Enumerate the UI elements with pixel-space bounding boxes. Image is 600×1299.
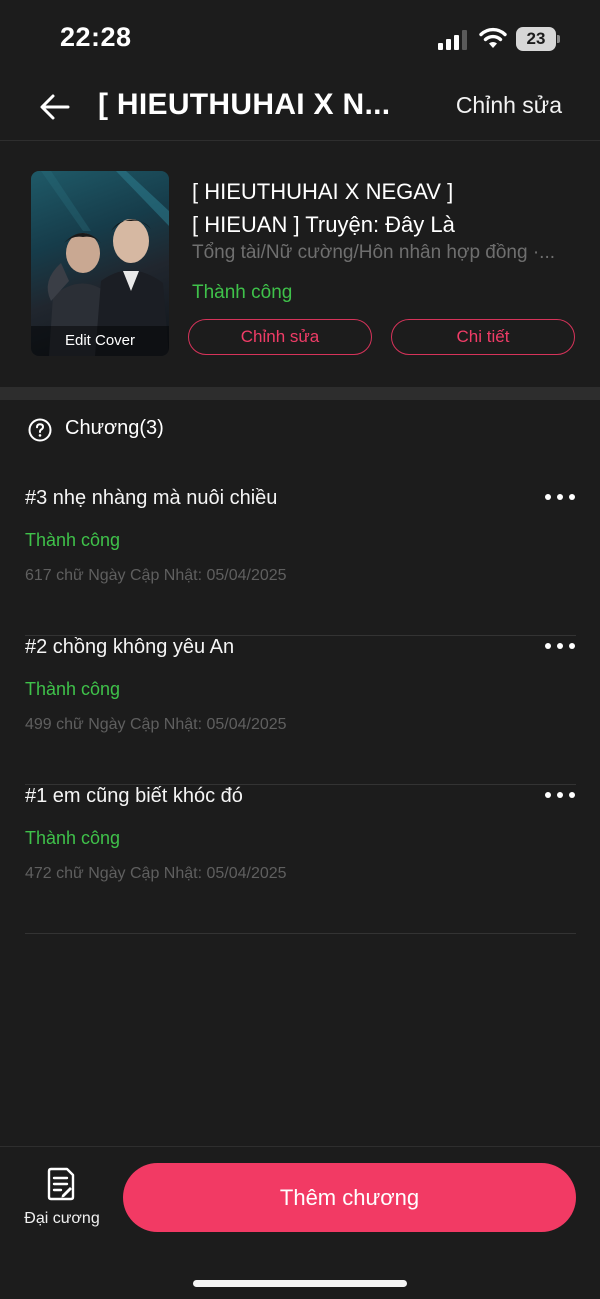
story-status: Thành công: [192, 282, 293, 303]
chapter-meta: 499 chữ Ngày Cập Nhật: 05/04/2025: [25, 716, 287, 733]
chapter-title: #3 nhẹ nhàng mà nuôi chiều: [25, 487, 278, 509]
edit-cover-label[interactable]: Edit Cover: [31, 326, 169, 356]
arrow-left-icon[interactable]: [38, 90, 72, 124]
bottom-bar: Đại cương Thêm chương: [0, 1146, 600, 1299]
chapter-item[interactable]: #1 em cũng biết khóc đó Thành công 472 c…: [25, 785, 576, 934]
home-indicator[interactable]: [193, 1280, 407, 1287]
chapters-count-label: Chương(3): [65, 417, 164, 439]
document-outline-icon: [47, 1167, 75, 1201]
outline-label: Đại cương: [24, 1210, 100, 1227]
story-header: Edit Cover [ HIEUTHUHAI X NEGAV ] [ HIEU…: [0, 142, 600, 387]
outline-button[interactable]: Đại cương: [20, 1167, 104, 1231]
chapter-status: Thành công: [25, 679, 121, 699]
chapter-meta: 472 chữ Ngày Cập Nhật: 05/04/2025: [25, 865, 287, 882]
chapter-item[interactable]: #2 chồng không yêu An Thành công 499 chữ…: [25, 636, 576, 785]
help-circle-icon[interactable]: [28, 418, 52, 442]
more-options-icon[interactable]: [544, 640, 576, 652]
story-genres: Tổng tài/Nữ cường/Hôn nhân hợp đồng ·...: [192, 242, 556, 263]
story-title: [ HIEUTHUHAI X NEGAV ] [ HIEUAN ] Truyện…: [192, 175, 572, 241]
edit-story-link[interactable]: Chỉnh sửa: [456, 92, 562, 119]
more-options-icon[interactable]: [544, 789, 576, 801]
cellular-signal-icon: [438, 30, 467, 50]
chapter-item[interactable]: #3 nhẹ nhàng mà nuôi chiều Thành công 61…: [25, 487, 576, 636]
chapter-meta: 617 chữ Ngày Cập Nhật: 05/04/2025: [25, 567, 287, 584]
chapter-status: Thành công: [25, 530, 121, 550]
chapter-status: Thành công: [25, 828, 121, 848]
battery-indicator: 23: [516, 27, 560, 51]
section-divider: [0, 387, 600, 400]
battery-level: 23: [516, 27, 556, 51]
chapter-title: #2 chồng không yêu An: [25, 636, 235, 658]
add-chapter-button[interactable]: Thêm chương: [123, 1163, 576, 1232]
story-cover[interactable]: Edit Cover: [31, 171, 169, 356]
story-title-line-2: [ HIEUAN ] Truyện: Đây Là: [192, 212, 455, 237]
edit-button[interactable]: Chỉnh sửa: [188, 319, 372, 355]
chapter-title: #1 em cũng biết khóc đó: [25, 785, 243, 807]
more-options-icon[interactable]: [544, 491, 576, 503]
status-time: 22:28: [60, 22, 132, 52]
wifi-icon: [479, 27, 507, 48]
story-title-line-1: [ HIEUTHUHAI X NEGAV ]: [192, 179, 454, 204]
status-bar: 22:28 23: [0, 0, 600, 80]
nav-bar: [ HIEUTHUHAI X N... Chỉnh sửa: [0, 70, 600, 141]
details-button[interactable]: Chi tiết: [391, 319, 575, 355]
battery-tip: [557, 35, 560, 43]
page-title: [ HIEUTHUHAI X N...: [98, 88, 391, 121]
